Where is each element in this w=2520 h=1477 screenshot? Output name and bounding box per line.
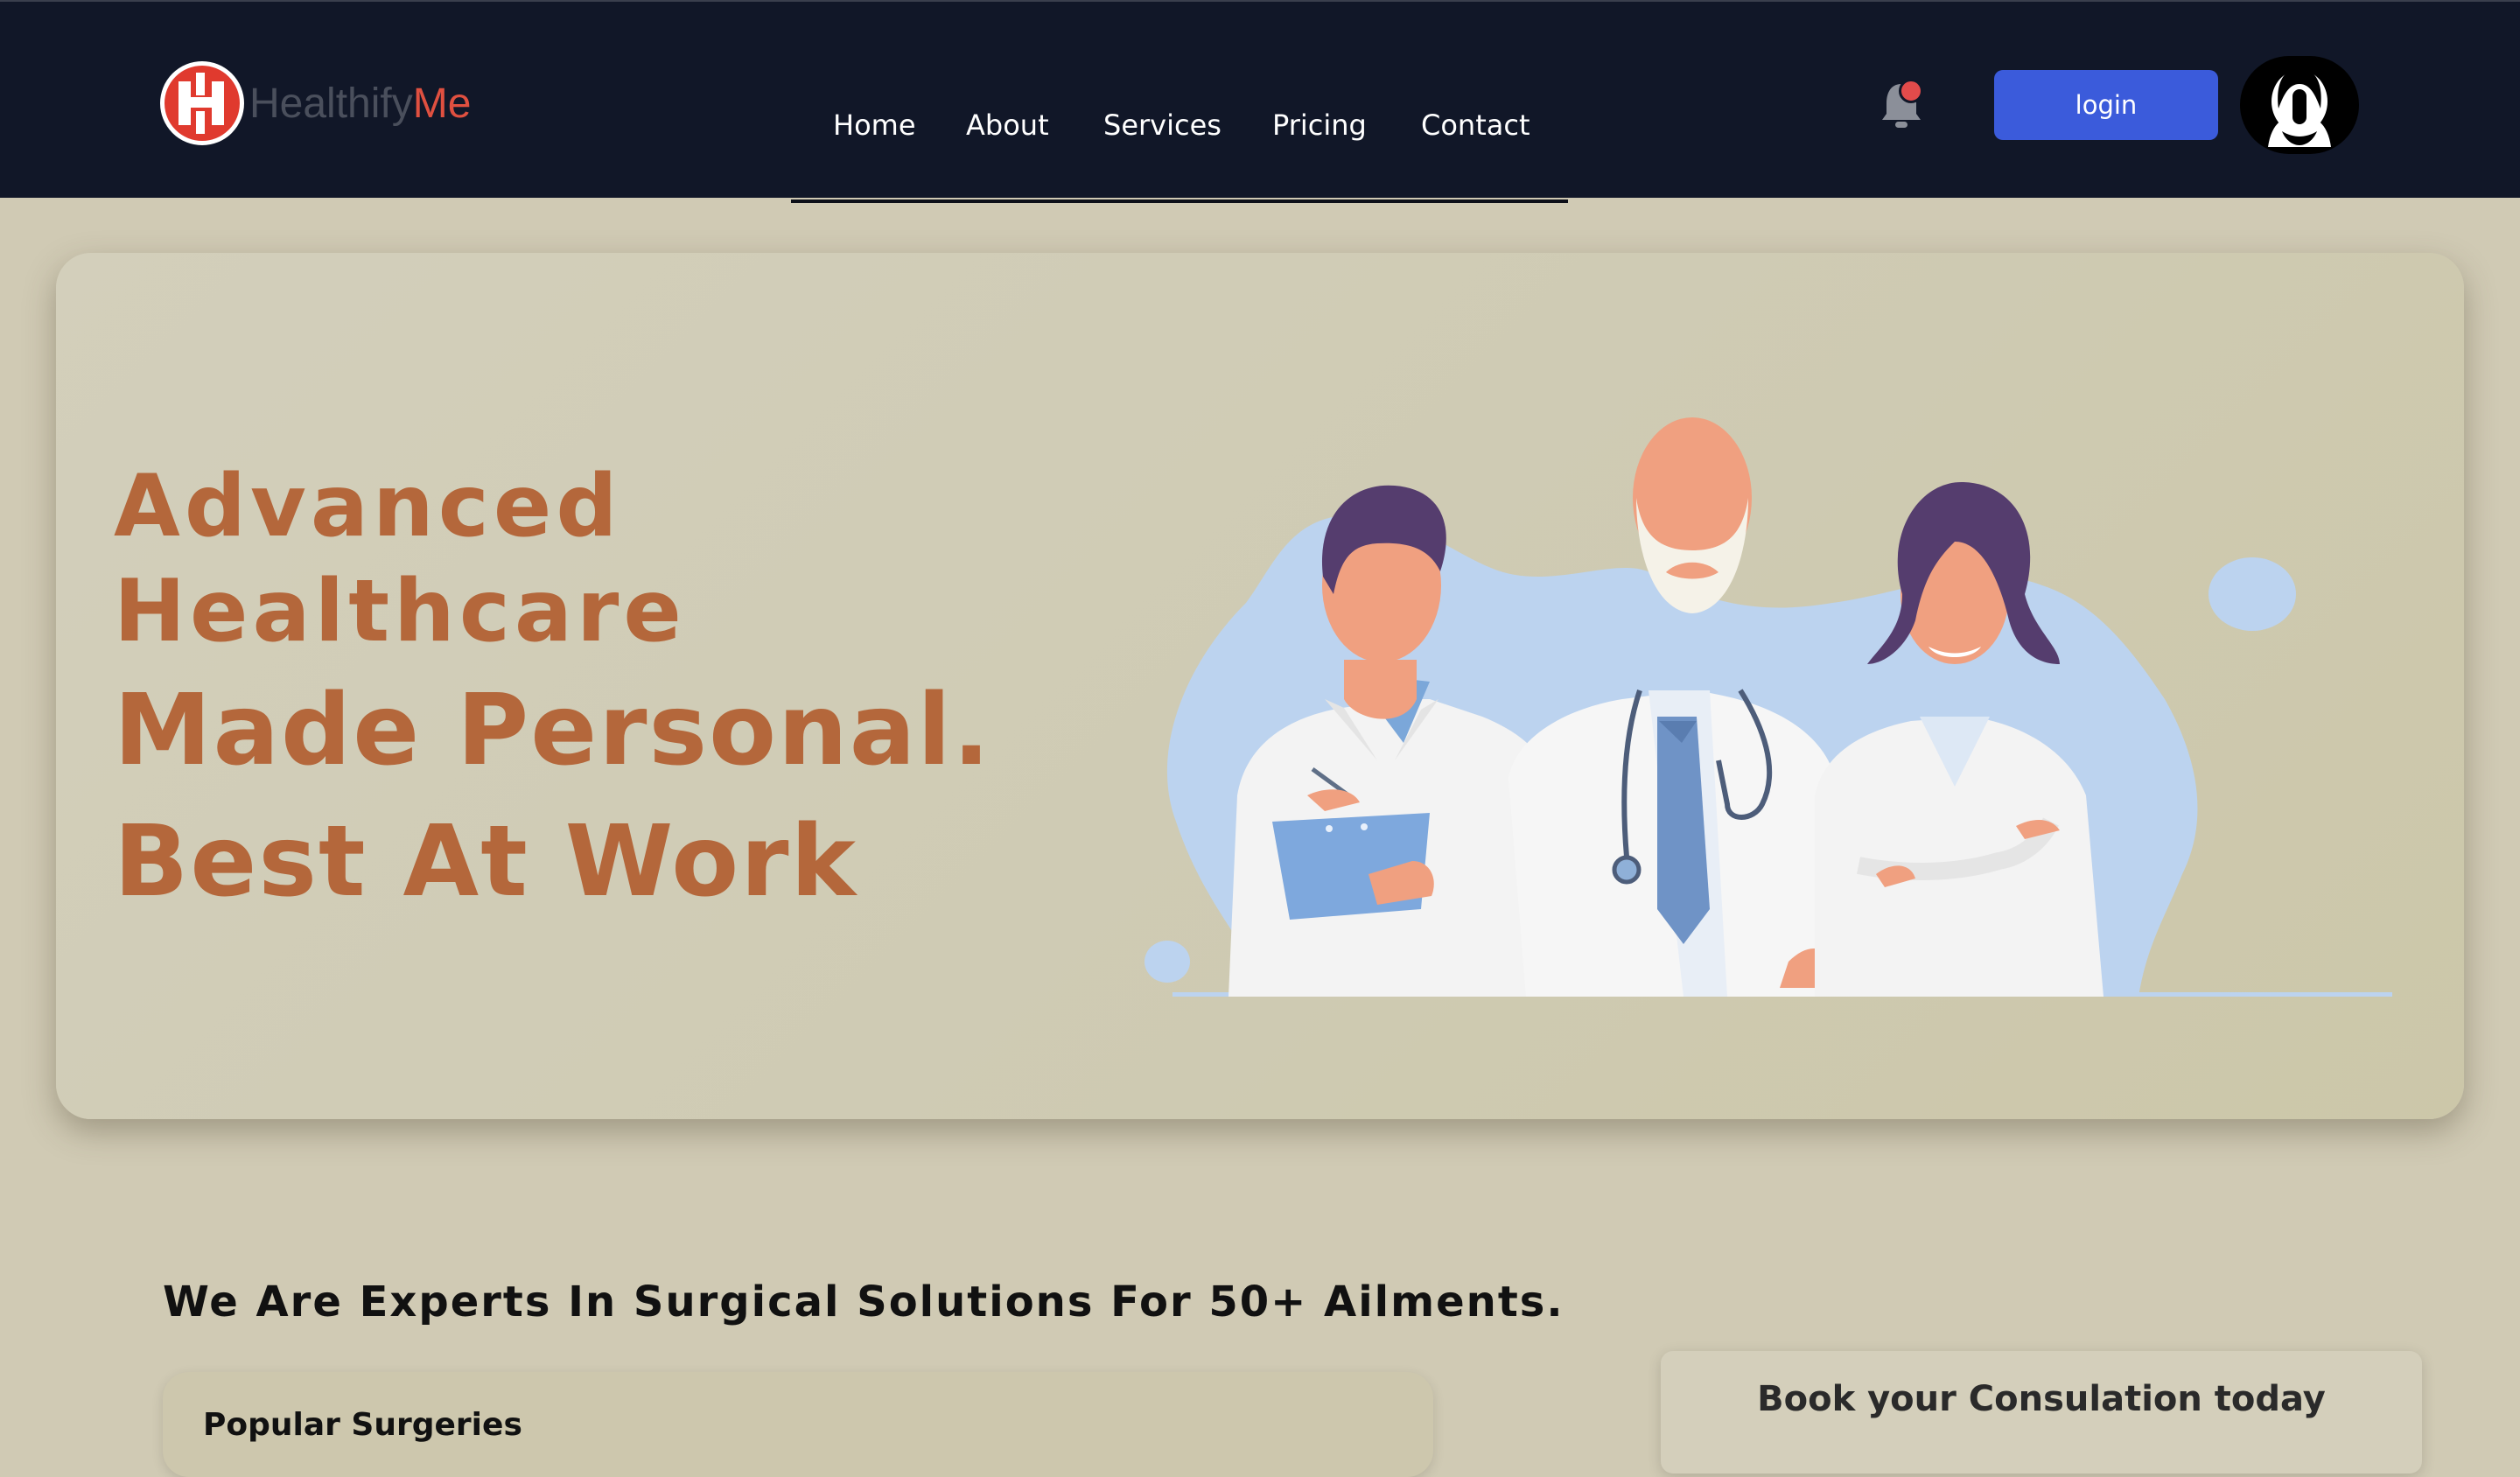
nav-pricing[interactable]: Pricing	[1272, 108, 1367, 142]
experts-heading: We Are Experts In Surgical Solutions For…	[163, 1278, 1564, 1326]
brand-name-part2: Me	[412, 80, 472, 127]
consultation-card: Book your Consulation today	[1661, 1351, 2422, 1474]
hero-line-advanced: Advanced	[114, 457, 622, 556]
consultation-title: Book your Consulation today	[1757, 1379, 2326, 1419]
hero-line-made-personal: Made Personal.	[114, 674, 992, 788]
nav-services[interactable]: Services	[1103, 108, 1222, 142]
doctors-illustration	[1144, 417, 2392, 997]
brand-name: HealthifyMe	[249, 80, 471, 128]
brand-logo[interactable]: HealthifyMe	[160, 61, 471, 145]
nav-about[interactable]: About	[966, 108, 1049, 142]
main-nav: Home About Services Pricing Contact	[791, 2, 1568, 203]
nav-home[interactable]: Home	[833, 108, 916, 142]
hero-banner: Advanced Healthcare Made Personal. Best …	[56, 253, 2464, 1119]
notification-dot	[1899, 79, 1923, 103]
nav-contact[interactable]: Contact	[1421, 108, 1530, 142]
hero-line-best-at-work: Best At Work	[114, 805, 858, 919]
user-avatar-icon[interactable]	[2240, 56, 2359, 154]
brand-name-part1: Healthify	[249, 80, 413, 127]
bell-icon[interactable]	[1880, 79, 1923, 131]
healthifyme-logo-icon	[160, 61, 244, 145]
hero-headline: Advanced Healthcare Made Personal. Best …	[114, 454, 991, 921]
login-button[interactable]: login	[1994, 70, 2218, 140]
hero-line-healthcare: Healthcare	[114, 562, 686, 662]
nav-underline	[791, 200, 1568, 203]
popular-surgeries-card: Popular Surgeries	[163, 1372, 1433, 1477]
top-navbar: HealthifyMe Home About Services Pricing …	[0, 0, 2520, 203]
popular-surgeries-title: Popular Surgeries	[203, 1407, 522, 1443]
